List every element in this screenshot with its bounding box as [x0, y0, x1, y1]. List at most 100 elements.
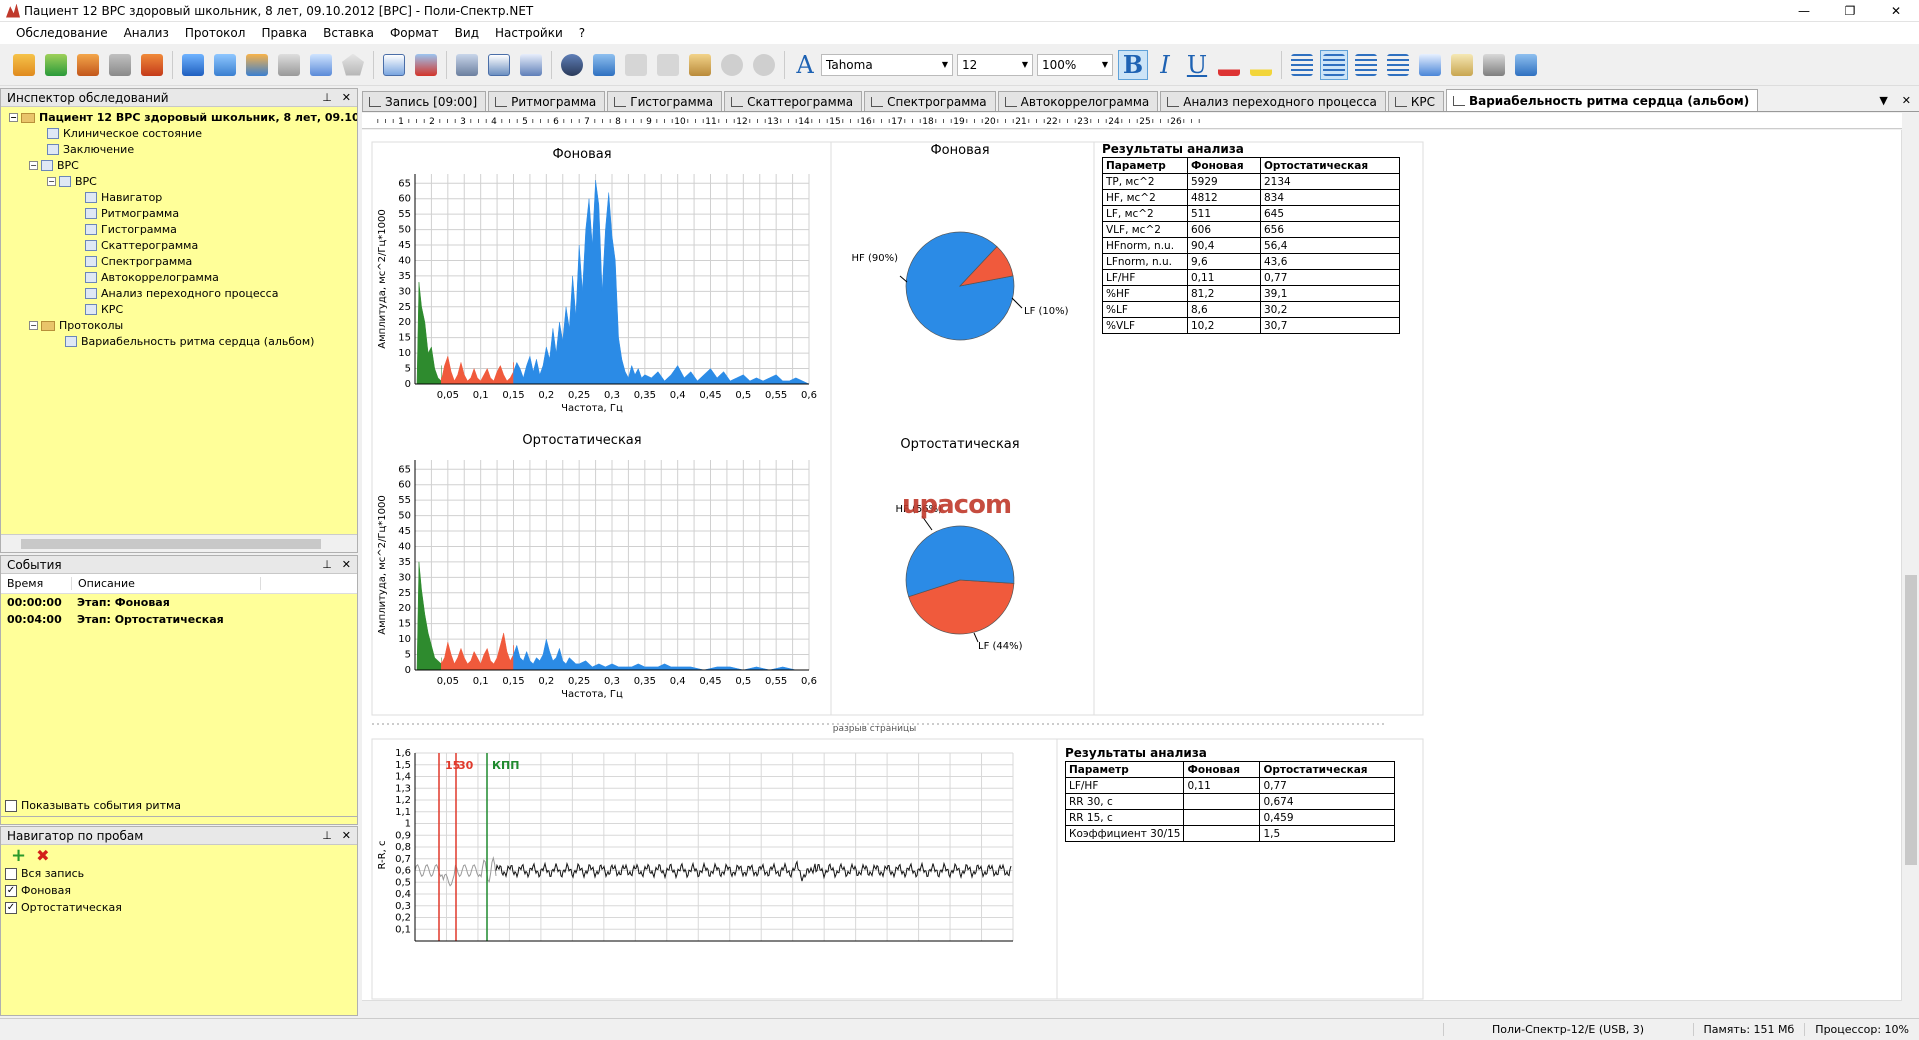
scroll-thumb[interactable]: [1905, 575, 1917, 865]
close-icon[interactable]: ✕: [342, 558, 351, 571]
tree-item-spectrogram[interactable]: Спектрограмма: [85, 254, 192, 269]
tab-record[interactable]: Запись [09:00]: [362, 91, 487, 111]
tab-rhythmogram[interactable]: Ритмограмма: [488, 91, 606, 111]
font-dialog-icon[interactable]: [1416, 50, 1444, 80]
tree-item-navigator[interactable]: Навигатор: [85, 190, 162, 205]
col-desc[interactable]: Описание: [71, 577, 261, 590]
maximize-button[interactable]: ❐: [1827, 0, 1873, 22]
tab-spectrogram[interactable]: Спектрограмма: [864, 91, 996, 111]
tree-item-transient[interactable]: Анализ переходного процесса: [85, 286, 278, 301]
cut-icon[interactable]: [622, 50, 650, 80]
print-icon[interactable]: [453, 50, 481, 80]
event-row[interactable]: 00:04:00 Этап: Ортостатическая: [1, 611, 357, 628]
pin-icon[interactable]: ⊥: [322, 829, 332, 842]
tab-album[interactable]: Вариабельность ритма сердца (альбом): [1445, 89, 1759, 111]
open-exam-icon[interactable]: [10, 50, 38, 80]
tree-item-krs[interactable]: КРС: [85, 302, 123, 317]
tree-item-protocols[interactable]: − Протоколы: [29, 318, 123, 333]
tree-item-hrv-sub[interactable]: − ВРС: [47, 174, 97, 189]
print-preview-icon[interactable]: [485, 50, 513, 80]
zoom-select[interactable]: 100% ▼: [1037, 53, 1113, 76]
inspector-scrollbar[interactable]: [1, 534, 357, 552]
tree-item-patient[interactable]: − Пациент 12 ВРС здоровый школьник, 8 лет…: [9, 110, 357, 125]
printer-icon[interactable]: [1480, 50, 1508, 80]
menu-examination[interactable]: Обследование: [8, 26, 116, 40]
page-setup-icon[interactable]: [517, 50, 545, 80]
bullets-icon[interactable]: [1384, 50, 1412, 80]
tree-item-histogram[interactable]: Гистограмма: [85, 222, 177, 237]
remove-icon[interactable]: ✖: [36, 846, 49, 865]
col-time[interactable]: Время: [1, 577, 71, 590]
menu-insert[interactable]: Вставка: [315, 26, 382, 40]
page-icon[interactable]: [1448, 50, 1476, 80]
import-icon[interactable]: [74, 50, 102, 80]
protocol-icon[interactable]: [380, 50, 408, 80]
tab-scattergram[interactable]: Скаттерограмма: [724, 91, 863, 111]
checkbox[interactable]: [5, 799, 17, 812]
align-left-icon[interactable]: [1288, 50, 1316, 80]
pin-icon[interactable]: ⊥: [322, 91, 332, 104]
tab-transient[interactable]: Анализ переходного процесса: [1160, 91, 1386, 111]
menu-settings[interactable]: Настройки: [487, 26, 571, 40]
pentagon-icon[interactable]: [339, 50, 367, 80]
tab-histogram[interactable]: Гистограмма: [607, 91, 723, 111]
histogram-icon[interactable]: [243, 50, 271, 80]
italic-button[interactable]: I: [1150, 50, 1180, 80]
new-exam-icon[interactable]: [42, 50, 70, 80]
tree-item-album[interactable]: Вариабельность ритма сердца (альбом): [65, 334, 314, 349]
align-center-icon[interactable]: [1320, 49, 1348, 80]
event-row[interactable]: 00:00:00 Этап: Фоновая: [1, 594, 357, 611]
pin-icon[interactable]: ⊥: [322, 558, 332, 571]
tree-item-conclusion[interactable]: Заключение: [47, 142, 134, 157]
save-icon[interactable]: [1512, 50, 1540, 80]
document-hscrollbar[interactable]: [362, 1000, 1902, 1016]
font-size-select[interactable]: 12 ▼: [957, 53, 1033, 76]
minimize-button[interactable]: —: [1781, 0, 1827, 22]
checkbox[interactable]: [5, 867, 17, 880]
find-icon[interactable]: [558, 50, 586, 80]
copy-icon[interactable]: [654, 50, 682, 80]
collapse-icon[interactable]: −: [47, 177, 56, 186]
scroll-thumb[interactable]: [21, 539, 321, 549]
font-name-select[interactable]: Tahoma ▼: [821, 53, 953, 76]
bold-button[interactable]: B: [1118, 49, 1148, 80]
redo-icon[interactable]: [750, 50, 778, 80]
rhythmogram-icon[interactable]: [211, 50, 239, 80]
tab-autocorrelogram[interactable]: Автокоррелограмма: [997, 91, 1159, 111]
collapse-icon[interactable]: −: [9, 113, 18, 122]
checkbox-checked[interactable]: ✓: [5, 901, 17, 914]
underline-button[interactable]: U: [1182, 50, 1212, 80]
collapse-icon[interactable]: −: [29, 161, 38, 170]
tree-item-hrv[interactable]: − ВРС: [29, 158, 79, 173]
paste-icon[interactable]: [686, 50, 714, 80]
tree-item-scattergram[interactable]: Скаттерограмма: [85, 238, 198, 253]
highlight-icon[interactable]: [1247, 50, 1275, 80]
spectrogram-icon[interactable]: [307, 50, 335, 80]
menu-analysis[interactable]: Анализ: [116, 26, 177, 40]
menu-help[interactable]: ?: [571, 26, 593, 40]
close-button[interactable]: ✕: [1873, 0, 1919, 22]
checkbox-checked[interactable]: ✓: [5, 884, 17, 897]
menu-view[interactable]: Вид: [447, 26, 487, 40]
font-color-letter-icon[interactable]: A: [790, 50, 820, 80]
collapse-icon[interactable]: −: [29, 321, 38, 330]
tab-list-icon[interactable]: ▼: [1879, 94, 1887, 107]
menu-format[interactable]: Формат: [382, 26, 447, 40]
tab-krs[interactable]: КРС: [1387, 91, 1444, 111]
document-scrollbar[interactable]: [1901, 130, 1919, 1000]
probe-item-orthostatic[interactable]: ✓ Ортостатическая: [1, 899, 357, 916]
text-color-icon[interactable]: [1215, 50, 1243, 80]
delete-protocol-icon[interactable]: [412, 50, 440, 80]
archive-icon[interactable]: [138, 50, 166, 80]
undo-icon[interactable]: [718, 50, 746, 80]
add-icon[interactable]: +: [11, 845, 26, 866]
menu-protocol[interactable]: Протокол: [177, 26, 254, 40]
navigator-icon[interactable]: [179, 50, 207, 80]
close-icon[interactable]: ✕: [342, 91, 351, 104]
probe-item-background[interactable]: ✓ Фоновая: [1, 882, 357, 899]
close-icon[interactable]: ✕: [342, 829, 351, 842]
tree-item-autocorrelogram[interactable]: Автокоррелограмма: [85, 270, 219, 285]
align-right-icon[interactable]: [1352, 50, 1380, 80]
export-icon[interactable]: [106, 50, 134, 80]
tree-item-rhythmogram[interactable]: Ритмограмма: [85, 206, 179, 221]
